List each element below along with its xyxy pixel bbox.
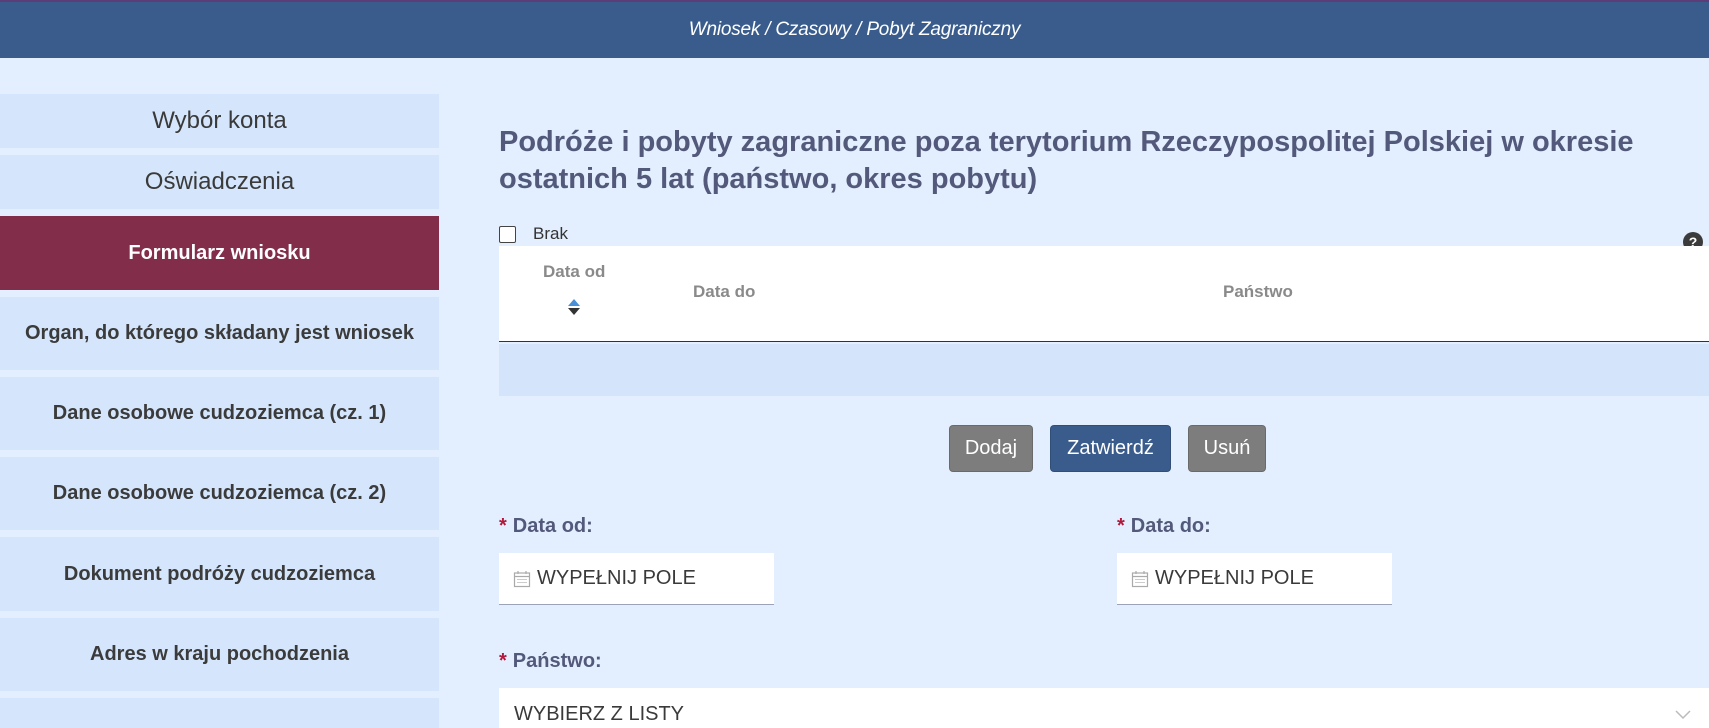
date-to-label: * Data do: — [1117, 515, 1211, 538]
none-checkbox-row[interactable]: Brak — [499, 224, 568, 244]
sidebar-item-label: Adres w kraju pochodzenia — [90, 643, 349, 665]
sidebar-item-travel-document[interactable]: Dokument podróży cudzoziemca — [0, 537, 439, 611]
required-mark: * — [499, 650, 507, 672]
sidebar-item-personal-data-2[interactable]: Dane osobowe cudzoziemca (cz. 2) — [0, 457, 439, 530]
date-to-input[interactable]: WYPEŁNIJ POLE — [1117, 553, 1392, 605]
sidebar-item-account[interactable]: Wybór konta — [0, 94, 439, 148]
required-mark: * — [499, 515, 507, 537]
none-checkbox-label: Brak — [533, 224, 568, 243]
chevron-down-icon — [1675, 710, 1691, 720]
country-label-text: Państwo: — [512, 650, 602, 672]
date-from-input[interactable]: WYPEŁNIJ POLE — [499, 553, 774, 605]
breadcrumb: Wniosek / Czasowy / Pobyt Zagraniczny — [688, 19, 1021, 40]
sidebar-item-next[interactable] — [0, 698, 439, 728]
sidebar-item-application-form[interactable]: Formularz wniosku — [0, 216, 439, 290]
sidebar-item-label: Dokument podróży cudzoziemca — [63, 562, 376, 585]
sidebar-item-authority[interactable]: Organ, do którego składany jest wniosek — [0, 297, 439, 370]
country-select-value: WYBIERZ Z LISTY — [514, 702, 685, 725]
sidebar-item-label: Formularz wniosku — [128, 241, 311, 264]
sidebar-item-label: Wybór konta — [152, 107, 287, 134]
sidebar-item-label: Oświadczenia — [144, 168, 295, 195]
date-to-label-text: Data do: — [1130, 515, 1211, 537]
date-from-label-text: Data od: — [512, 515, 593, 537]
sort-icon[interactable] — [567, 298, 581, 316]
sidebar-item-personal-data-1[interactable]: Dane osobowe cudzoziemca (cz. 1) — [0, 377, 439, 450]
none-checkbox[interactable] — [499, 225, 516, 243]
sidebar-item-label: Organ, do którego składany jest wniosek — [25, 322, 414, 344]
confirm-button[interactable]: Zatwierdź — [1050, 425, 1171, 472]
country-label: * Państwo: — [499, 650, 602, 673]
date-from-value: WYPEŁNIJ POLE — [537, 567, 696, 589]
column-country[interactable]: Państwo — [1223, 282, 1293, 302]
top-bar: Wniosek / Czasowy / Pobyt Zagraniczny — [0, 0, 1709, 58]
country-select[interactable]: WYBIERZ Z LISTY — [499, 688, 1709, 728]
add-button[interactable]: Dodaj — [949, 425, 1033, 472]
page-title: Podróże i pobyty zagraniczne poza teryto… — [499, 126, 1634, 195]
column-date-to[interactable]: Data do — [693, 282, 755, 302]
sidebar-item-label: Dane osobowe cudzoziemca (cz. 1) — [52, 402, 387, 424]
table-row — [499, 344, 1709, 396]
date-from-label: * Data od: — [499, 515, 593, 538]
table-header: Data od Data do Państwo — [499, 246, 1709, 342]
sidebar-item-label: Dane osobowe cudzoziemca (cz. 2) — [52, 482, 387, 504]
sidebar-item-home-address[interactable]: Adres w kraju pochodzenia — [0, 618, 439, 691]
delete-button[interactable]: Usuń — [1188, 425, 1266, 472]
calendar-icon — [1131, 570, 1149, 587]
required-mark: * — [1117, 515, 1125, 537]
trips-table: Data od Data do Państwo — [499, 246, 1709, 396]
sidebar-item-statements[interactable]: Oświadczenia — [0, 155, 439, 209]
column-date-from[interactable]: Data od — [543, 262, 605, 282]
calendar-icon — [513, 570, 531, 587]
date-to-value: WYPEŁNIJ POLE — [1155, 567, 1314, 589]
